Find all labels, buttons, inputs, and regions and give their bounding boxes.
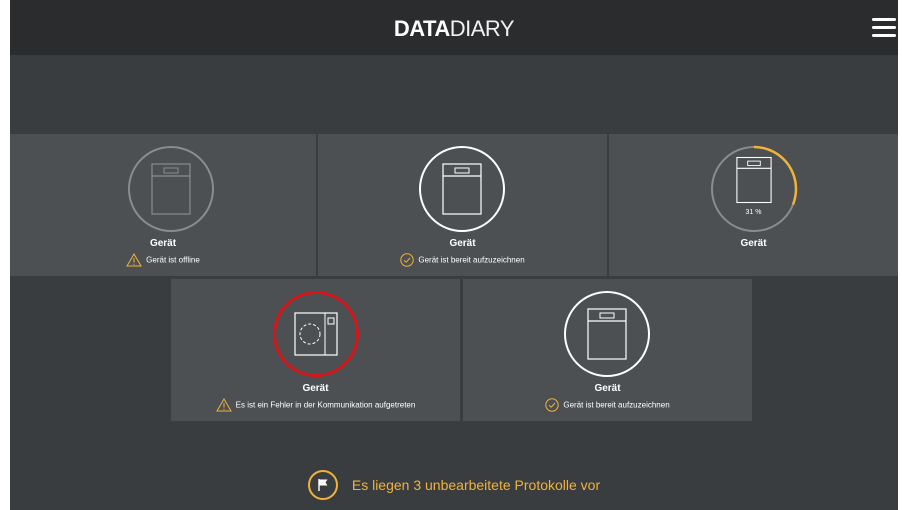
progress-percent: 31 % xyxy=(745,209,762,216)
device-name: Gerät xyxy=(302,383,329,394)
logo-light-text: DIARY xyxy=(449,16,515,41)
washer-device-icon xyxy=(294,312,338,356)
device-status-ring xyxy=(128,146,214,232)
logo-bold-text: DATA xyxy=(393,16,450,41)
flag-icon xyxy=(307,470,338,500)
header-bar: DATADIARY xyxy=(10,0,898,55)
device-name: Gerät xyxy=(449,238,476,249)
app-logo: DATADIARY xyxy=(10,16,898,42)
device-status: Gerät ist bereit aufzuzeichnen xyxy=(463,398,752,412)
check-circle-icon xyxy=(545,398,560,412)
check-circle-icon xyxy=(400,253,415,267)
device-status: Es ist ein Fehler in der Kommunikation a… xyxy=(171,398,460,412)
pending-protocols-text: Es liegen 3 unbearbeitete Protokolle vor xyxy=(351,477,601,493)
device-icon xyxy=(442,163,482,215)
pending-protocols-banner[interactable]: Es liegen 3 unbearbeitete Protokolle vor xyxy=(10,470,898,500)
hamburger-menu-icon[interactable] xyxy=(872,18,896,38)
device-status-ring xyxy=(419,146,505,232)
device-tile-5[interactable]: Gerät Gerät ist bereit aufzuzeichnen xyxy=(463,279,752,421)
device-tile-3[interactable]: 31 % Gerät xyxy=(609,134,898,276)
device-name: Gerät xyxy=(594,383,621,394)
app-window: DATADIARY Gerät Gerät ist offline Gerät xyxy=(10,0,898,510)
device-tile-4[interactable]: Gerät Es ist ein Fehler in der Kommunika… xyxy=(171,279,460,421)
device-tile-2[interactable]: Gerät Gerät ist bereit aufzuzeichnen xyxy=(318,134,607,276)
device-status-ring xyxy=(564,291,650,377)
device-icon xyxy=(151,163,191,215)
device-status-text: Gerät ist bereit aufzuzeichnen xyxy=(563,400,670,410)
warning-icon xyxy=(215,398,232,412)
device-status: Gerät ist bereit aufzuzeichnen xyxy=(318,253,607,267)
device-status-text: Gerät ist bereit aufzuzeichnen xyxy=(418,255,525,265)
warning-icon xyxy=(126,253,143,267)
device-status-text: Gerät ist offline xyxy=(146,255,200,265)
device-icon xyxy=(587,308,627,360)
device-status: Gerät ist offline xyxy=(10,253,316,267)
device-status-ring xyxy=(273,291,359,377)
device-name: Gerät xyxy=(149,238,177,249)
device-status-text: Es ist ein Fehler in der Kommunikation a… xyxy=(235,400,416,410)
device-tile-1[interactable]: Gerät Gerät ist offline xyxy=(10,134,316,276)
device-icon xyxy=(736,156,772,204)
device-name: Gerät xyxy=(740,238,767,249)
